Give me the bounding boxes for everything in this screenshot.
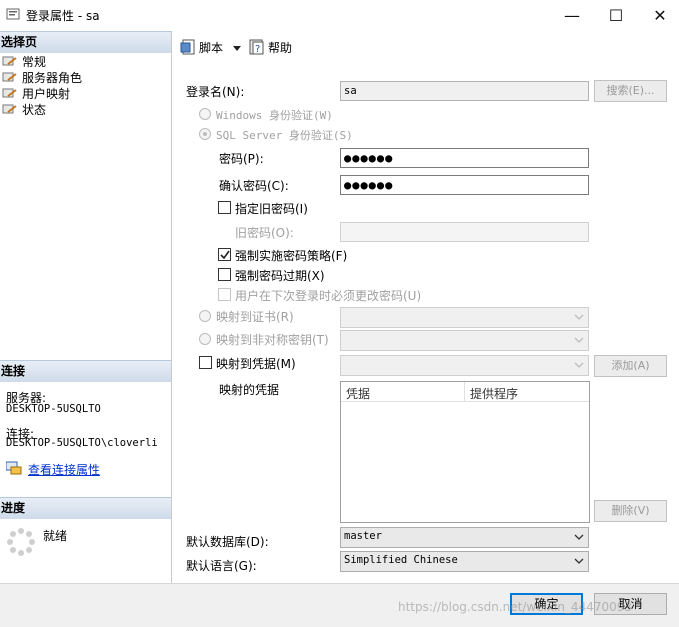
old-password-label: 旧密码(O): — [235, 226, 294, 240]
maximize-button[interactable]: ☐ — [593, 0, 639, 30]
help-button[interactable]: ? 帮助 — [249, 38, 292, 56]
grid-header-credential[interactable]: 凭据 — [346, 385, 370, 402]
must-change-checkbox[interactable] — [218, 288, 231, 301]
default-language-select[interactable]: Simplified Chinese — [340, 551, 589, 572]
close-button[interactable]: ✕ — [637, 0, 679, 30]
page-item-general[interactable]: 常规 — [2, 53, 46, 69]
enforce-expiration-label: 强制密码过期(X) — [235, 269, 325, 283]
windows-auth-label: Windows 身份验证(W) — [216, 109, 333, 122]
title-bar: 登录属性 - sa — ☐ ✕ — [0, 0, 679, 30]
remove-button[interactable]: 删除(V) — [594, 500, 667, 522]
help-icon: ? — [249, 39, 265, 55]
svg-text:?: ? — [255, 44, 260, 55]
sql-auth-radio[interactable] — [199, 128, 211, 140]
minimize-button[interactable]: — — [549, 0, 595, 30]
connection-value: DESKTOP-5USQLTO\cloverli — [6, 437, 158, 449]
window-title: 登录属性 - sa — [26, 9, 100, 23]
search-button[interactable]: 搜索(E)... — [594, 80, 667, 102]
add-button[interactable]: 添加(A) — [594, 355, 667, 377]
map-credential-checkbox[interactable] — [199, 356, 212, 369]
specify-old-password-label: 指定旧密码(I) — [235, 202, 308, 216]
pane-divider — [171, 31, 172, 583]
mapped-credentials-grid[interactable]: 凭据 提供程序 — [340, 381, 590, 523]
grid-header-provider[interactable]: 提供程序 — [470, 385, 518, 402]
progress-header: 进度 — [0, 497, 172, 519]
connection-properties-icon — [5, 461, 22, 475]
view-connection-properties-link[interactable]: 查看连接属性 — [28, 461, 100, 478]
help-label: 帮助 — [268, 40, 293, 55]
password-label: 密码(P): — [219, 152, 264, 166]
enforce-expiration-checkbox[interactable] — [218, 268, 231, 281]
page-icon — [2, 55, 18, 68]
default-database-select[interactable]: master — [340, 527, 589, 548]
page-item-user-mapping[interactable]: 用户映射 — [2, 85, 70, 101]
left-pane: 选择页 常规 服务器角色 用户映射 状态 连接 服务器: DESKTOP-5US… — [0, 31, 172, 583]
map-asymmetric-key-radio[interactable] — [199, 333, 211, 345]
page-item-label: 服务器角色 — [22, 70, 83, 85]
page-item-server-roles[interactable]: 服务器角色 — [2, 69, 82, 85]
grid-header: 凭据 提供程序 — [341, 382, 589, 402]
map-certificate-radio[interactable] — [199, 310, 211, 322]
chevron-down-icon — [574, 314, 584, 320]
chevron-down-icon — [574, 534, 584, 540]
server-value: DESKTOP-5USQLTO — [6, 403, 101, 415]
map-credential-label: 映射到凭据(M) — [216, 357, 296, 371]
connection-header: 连接 — [0, 360, 172, 382]
login-name-label: 登录名(N): — [186, 85, 245, 99]
chevron-down-icon — [574, 362, 584, 368]
enforce-policy-checkbox[interactable] — [218, 248, 231, 261]
page-item-label: 状态 — [22, 102, 47, 117]
grid-column-divider — [464, 382, 465, 401]
login-name-field[interactable]: sa — [340, 81, 589, 101]
map-asymmetric-key-label: 映射到非对称密钥(T) — [216, 333, 329, 347]
script-label: 脚本 — [199, 40, 224, 55]
progress-spinner-icon — [6, 527, 36, 557]
watermark-text: https://blog.csdn.net/weixin_44470093 — [398, 600, 633, 614]
default-language-label: 默认语言(G): — [186, 559, 257, 573]
enforce-policy-label: 强制实施密码策略(F) — [235, 249, 348, 263]
credential-select[interactable] — [340, 355, 589, 376]
default-language-value: Simplified Chinese — [344, 554, 458, 566]
sql-auth-label: SQL Server 身份验证(S) — [216, 129, 353, 142]
chevron-down-icon — [233, 40, 242, 54]
page-icon — [2, 87, 18, 100]
confirm-password-field[interactable]: ●●●●●● — [340, 175, 589, 195]
chevron-down-icon — [574, 337, 584, 343]
select-page-header: 选择页 — [0, 31, 172, 53]
page-item-status[interactable]: 状态 — [2, 101, 46, 117]
certificate-select[interactable] — [340, 307, 589, 328]
map-certificate-label: 映射到证书(R) — [216, 310, 294, 324]
old-password-field[interactable] — [340, 222, 589, 242]
app-icon — [6, 7, 20, 21]
chevron-down-icon — [574, 558, 584, 564]
page-item-label: 用户映射 — [22, 86, 71, 101]
specify-old-password-checkbox[interactable] — [218, 201, 231, 214]
asymmetric-key-select[interactable] — [340, 330, 589, 351]
windows-auth-radio[interactable] — [199, 108, 211, 120]
progress-status: 就绪 — [43, 529, 68, 543]
script-icon — [180, 39, 196, 55]
page-item-label: 常规 — [22, 54, 47, 69]
default-database-value: master — [344, 530, 382, 542]
mapped-credentials-label: 映射的凭据 — [219, 383, 280, 397]
default-database-label: 默认数据库(D): — [186, 535, 269, 549]
password-field[interactable]: ●●●●●● — [340, 148, 589, 168]
dialog-footer: 确定 取消 https://blog.csdn.net/weixin_44470… — [0, 583, 679, 627]
script-button[interactable]: 脚本 — [180, 38, 242, 56]
page-icon — [2, 103, 18, 116]
must-change-label: 用户在下次登录时必须更改密码(U) — [235, 289, 422, 303]
page-icon — [2, 71, 18, 84]
confirm-password-label: 确认密码(C): — [219, 179, 289, 193]
